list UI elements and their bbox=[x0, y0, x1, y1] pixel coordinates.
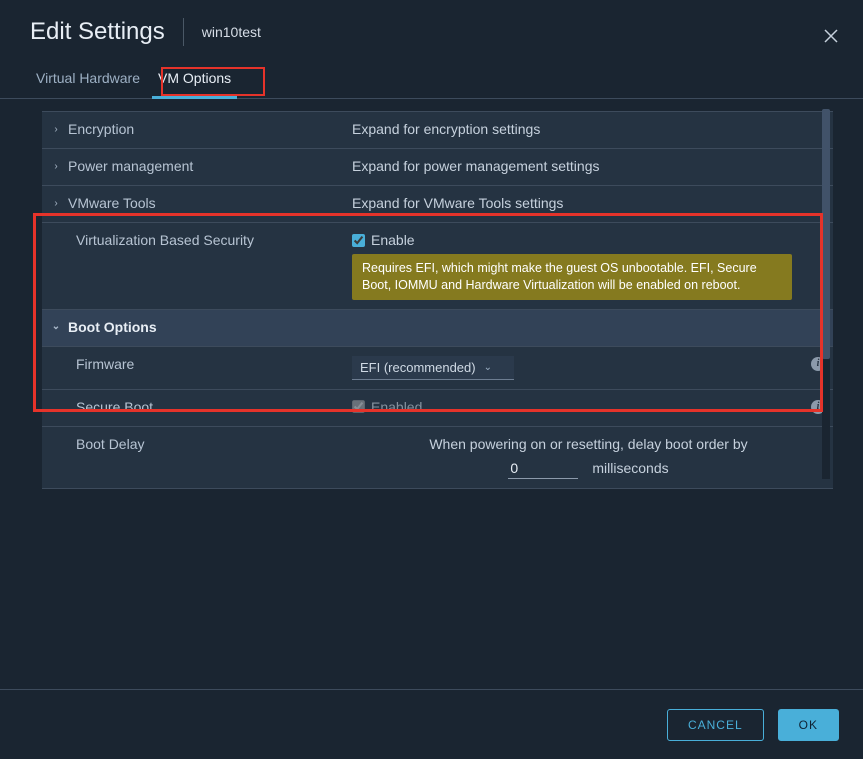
secure-boot-label: Secure Boot bbox=[42, 390, 352, 424]
row-boot-delay: Boot Delay When powering on or resetting… bbox=[42, 426, 833, 489]
tab-bar: Virtual Hardware VM Options bbox=[0, 60, 863, 99]
vmware-tools-value: Expand for VMware Tools settings bbox=[352, 186, 833, 220]
ok-button[interactable]: OK bbox=[778, 709, 839, 741]
chevron-right-icon: › bbox=[48, 124, 64, 135]
encryption-value: Expand for encryption settings bbox=[352, 112, 833, 146]
firmware-selected: EFI (recommended) bbox=[360, 360, 476, 375]
power-mgmt-label: Power management bbox=[68, 158, 193, 174]
dialog-header: Edit Settings win10test bbox=[0, 0, 863, 60]
vbs-warning: Requires EFI, which might make the guest… bbox=[352, 254, 792, 300]
tab-vm-options[interactable]: VM Options bbox=[152, 60, 237, 99]
tab-virtual-hardware[interactable]: Virtual Hardware bbox=[30, 60, 146, 98]
encryption-label: Encryption bbox=[68, 121, 134, 137]
dialog-footer: CANCEL OK bbox=[0, 689, 863, 759]
row-secure-boot: Secure Boot Enabled i bbox=[42, 389, 833, 426]
row-encryption[interactable]: › Encryption Expand for encryption settin… bbox=[42, 111, 833, 148]
dialog-title: Edit Settings bbox=[30, 18, 184, 46]
chevron-right-icon: › bbox=[48, 161, 64, 172]
vbs-label: Virtualization Based Security bbox=[42, 223, 352, 257]
secure-boot-checkbox-label: Enabled bbox=[371, 399, 422, 415]
chevron-down-icon: ⌄ bbox=[48, 321, 64, 332]
row-firmware: Firmware EFI (recommended) ⌄ i bbox=[42, 346, 833, 389]
chevron-down-icon: ⌄ bbox=[484, 362, 492, 373]
chevron-right-icon: › bbox=[48, 198, 64, 209]
secure-boot-checkbox bbox=[352, 400, 365, 413]
vmware-tools-label: VMware Tools bbox=[68, 195, 156, 211]
row-vbs: Virtualization Based Security Enable Req… bbox=[42, 222, 833, 309]
vbs-checkbox-label: Enable bbox=[371, 232, 415, 248]
close-icon[interactable] bbox=[823, 28, 839, 49]
cancel-button[interactable]: CANCEL bbox=[667, 709, 764, 741]
row-power-management[interactable]: › Power management Expand for power manag… bbox=[42, 148, 833, 185]
boot-delay-unit: milliseconds bbox=[592, 460, 668, 476]
settings-content: › Encryption Expand for encryption settin… bbox=[0, 99, 863, 489]
scrollbar[interactable] bbox=[822, 109, 830, 479]
scrollbar-thumb[interactable] bbox=[822, 109, 830, 359]
boot-delay-label: Boot Delay bbox=[42, 427, 352, 461]
row-boot-options[interactable]: ⌄ Boot Options bbox=[42, 309, 833, 346]
boot-delay-desc: When powering on or resetting, delay boo… bbox=[429, 436, 747, 452]
firmware-select[interactable]: EFI (recommended) ⌄ bbox=[352, 356, 514, 380]
row-vmware-tools[interactable]: › VMware Tools Expand for VMware Tools se… bbox=[42, 185, 833, 222]
boot-delay-input[interactable] bbox=[508, 458, 578, 479]
vm-name: win10test bbox=[184, 24, 261, 40]
power-mgmt-value: Expand for power management settings bbox=[352, 149, 833, 183]
vbs-enable-checkbox[interactable] bbox=[352, 234, 365, 247]
firmware-label: Firmware bbox=[42, 347, 352, 381]
boot-options-label: Boot Options bbox=[68, 319, 157, 335]
